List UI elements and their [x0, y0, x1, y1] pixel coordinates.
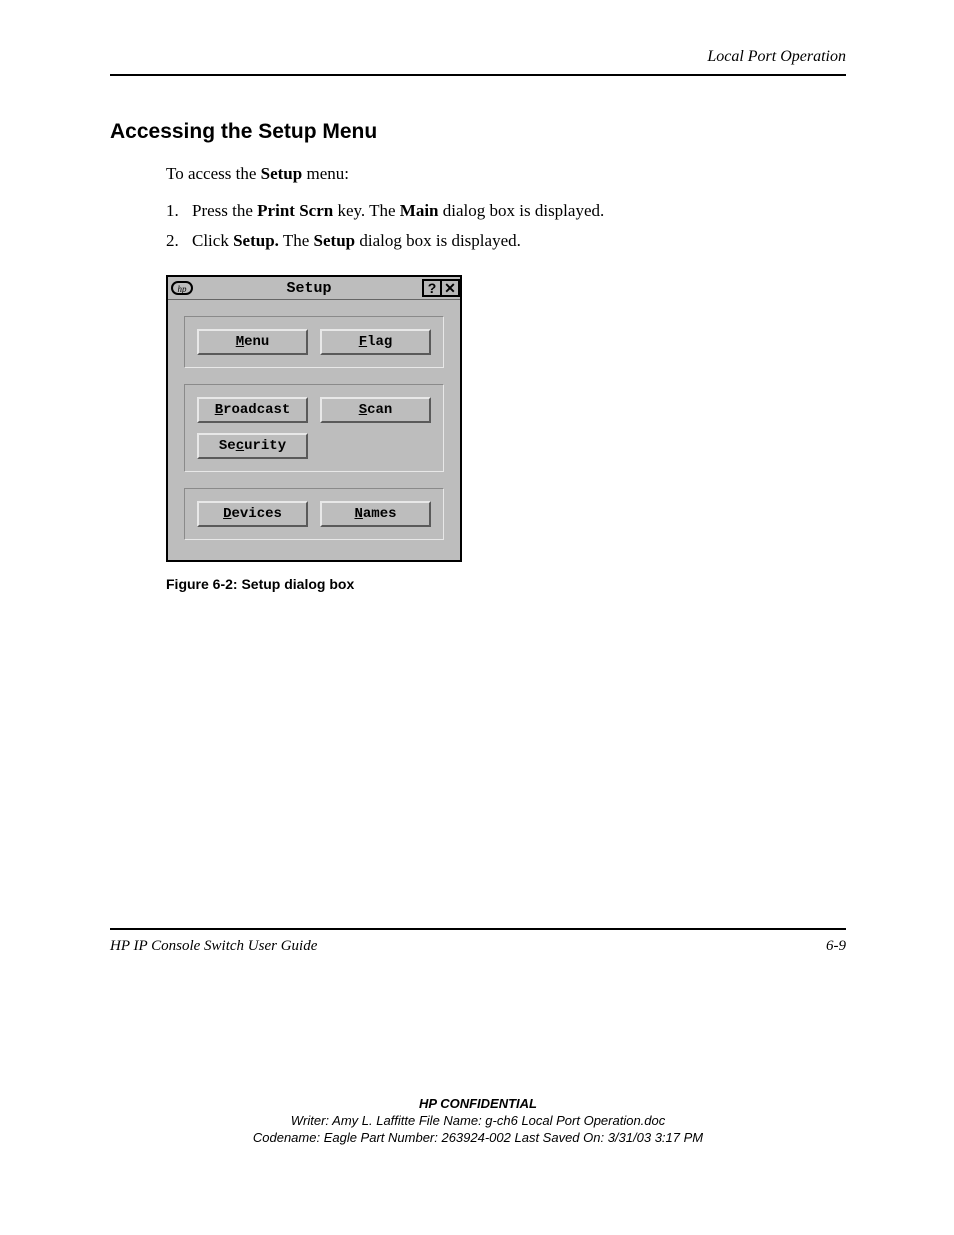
- question-icon: ?: [428, 280, 437, 296]
- intro-bold: Setup: [261, 164, 303, 183]
- close-button[interactable]: ✕: [440, 279, 460, 297]
- scan-button[interactable]: Scan: [320, 397, 431, 423]
- step-item: 2. Click Setup. The Setup dialog box is …: [166, 231, 846, 251]
- step-bold: Setup: [314, 231, 356, 250]
- step-text: The: [279, 231, 314, 250]
- mnemonic: N: [354, 506, 362, 522]
- page-footer: HP IP Console Switch User Guide 6-9: [110, 928, 846, 955]
- intro-post: menu:: [302, 164, 349, 183]
- mnemonic: M: [236, 334, 244, 350]
- button-label: lag: [367, 334, 392, 350]
- step-text: Click: [192, 231, 233, 250]
- intro-paragraph: To access the Setup menu:: [166, 164, 846, 184]
- panel-middle: Broadcast Scan Security: [184, 384, 444, 472]
- security-button[interactable]: Security: [197, 433, 308, 459]
- flag-button[interactable]: Flag: [320, 329, 431, 355]
- mnemonic: B: [215, 402, 223, 418]
- confidential-meta-2: Codename: Eagle Part Number: 263924-002 …: [110, 1130, 846, 1145]
- step-text: Press the: [192, 201, 257, 220]
- button-label: roadcast: [223, 402, 290, 418]
- step-number: 1.: [166, 201, 192, 221]
- step-bold: Setup.: [233, 231, 279, 250]
- step-bold: Main: [400, 201, 439, 220]
- hp-logo-icon: hp: [170, 279, 194, 297]
- steps-list: 1. Press the Print Scrn key. The Main di…: [166, 201, 846, 251]
- page-number: 6-9: [826, 938, 846, 955]
- figure-caption: Figure 6-2: Setup dialog box: [166, 576, 846, 592]
- button-label: urity: [244, 438, 286, 454]
- setup-dialog: hp Setup ? ✕ Menu Flag: [166, 275, 462, 562]
- button-label: ames: [363, 506, 397, 522]
- button-label: Se: [219, 438, 236, 454]
- step-text: dialog box is displayed.: [355, 231, 521, 250]
- step-bold: Print Scrn: [257, 201, 333, 220]
- confidential-meta-1: Writer: Amy L. Laffitte File Name: g-ch6…: [110, 1113, 846, 1128]
- confidential-title: HP CONFIDENTIAL: [110, 1096, 846, 1111]
- broadcast-button[interactable]: Broadcast: [197, 397, 308, 423]
- dialog-titlebar: hp Setup ? ✕: [168, 277, 460, 300]
- button-label: evices: [231, 506, 281, 522]
- confidential-block: HP CONFIDENTIAL Writer: Amy L. Laffitte …: [110, 1096, 846, 1145]
- button-label: enu: [244, 334, 269, 350]
- help-button[interactable]: ?: [422, 279, 442, 297]
- step-text: key. The: [333, 201, 400, 220]
- menu-button[interactable]: Menu: [197, 329, 308, 355]
- mnemonic: S: [359, 402, 367, 418]
- devices-button[interactable]: Devices: [197, 501, 308, 527]
- step-item: 1. Press the Print Scrn key. The Main di…: [166, 201, 846, 221]
- guide-title: HP IP Console Switch User Guide: [110, 938, 317, 955]
- intro-pre: To access the: [166, 164, 261, 183]
- names-button[interactable]: Names: [320, 501, 431, 527]
- panel-top: Menu Flag: [184, 316, 444, 368]
- mnemonic: F: [359, 334, 367, 350]
- close-icon: ✕: [444, 280, 456, 297]
- button-label: can: [367, 402, 392, 418]
- step-number: 2.: [166, 231, 192, 251]
- section-heading: Accessing the Setup Menu: [110, 120, 846, 144]
- svg-text:hp: hp: [178, 284, 188, 294]
- panel-bottom: Devices Names: [184, 488, 444, 540]
- dialog-title: Setup: [194, 280, 424, 297]
- mnemonic: c: [236, 438, 244, 454]
- step-text: dialog box is displayed.: [439, 201, 605, 220]
- running-header: Local Port Operation: [110, 48, 846, 76]
